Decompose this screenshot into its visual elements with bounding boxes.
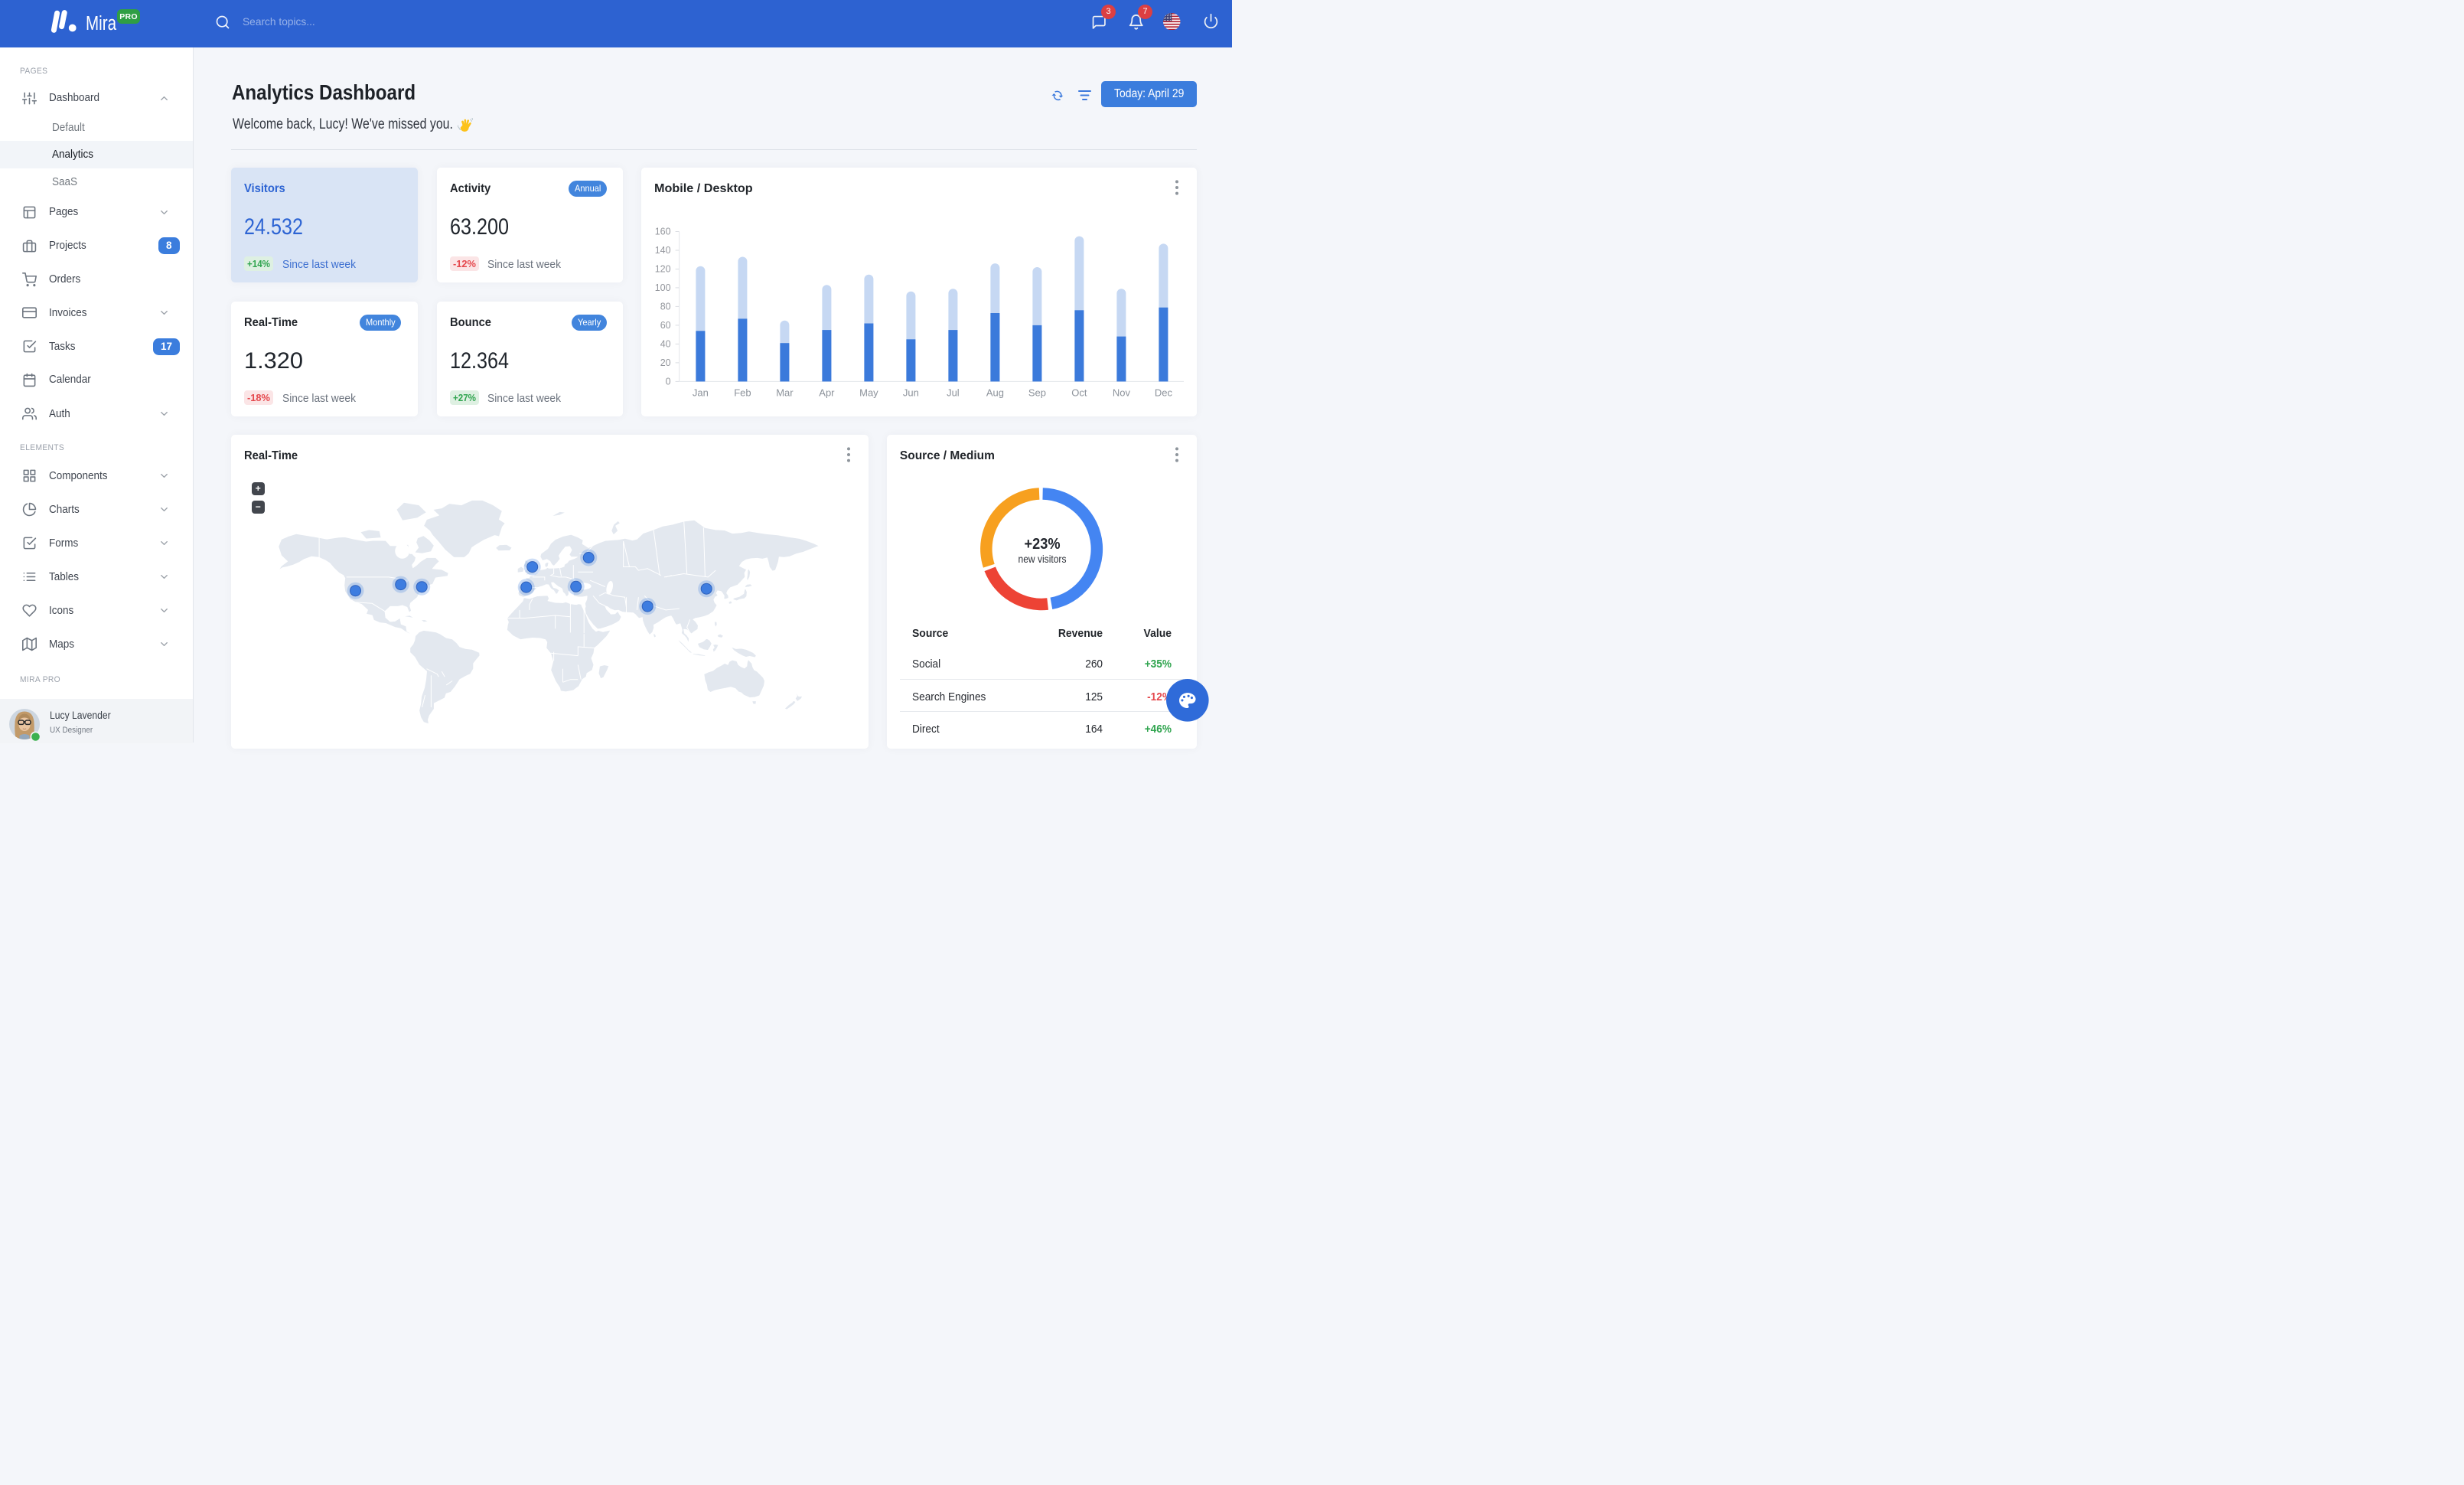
svg-text:80: 80 [660,302,670,312]
svg-text:Mar: Mar [776,387,794,398]
svg-text:140: 140 [654,245,670,256]
svg-text:120: 120 [654,264,670,275]
svg-text:0: 0 [665,377,670,387]
svg-text:20: 20 [660,357,670,368]
svg-text:40: 40 [660,339,670,350]
svg-text:Feb: Feb [734,387,751,398]
svg-text:Jul: Jul [947,387,960,398]
svg-text:Dec: Dec [1155,387,1173,398]
svg-text:May: May [859,387,878,398]
svg-text:Apr: Apr [819,387,835,398]
svg-text:160: 160 [654,227,670,237]
svg-text:Aug: Aug [986,387,1004,398]
svg-text:Nov: Nov [1113,387,1131,398]
svg-text:Jun: Jun [903,387,919,398]
svg-text:Jan: Jan [693,387,709,398]
svg-text:Sep: Sep [1028,387,1046,398]
svg-text:100: 100 [654,282,670,293]
svg-text:60: 60 [660,320,670,331]
svg-text:Oct: Oct [1071,387,1087,398]
